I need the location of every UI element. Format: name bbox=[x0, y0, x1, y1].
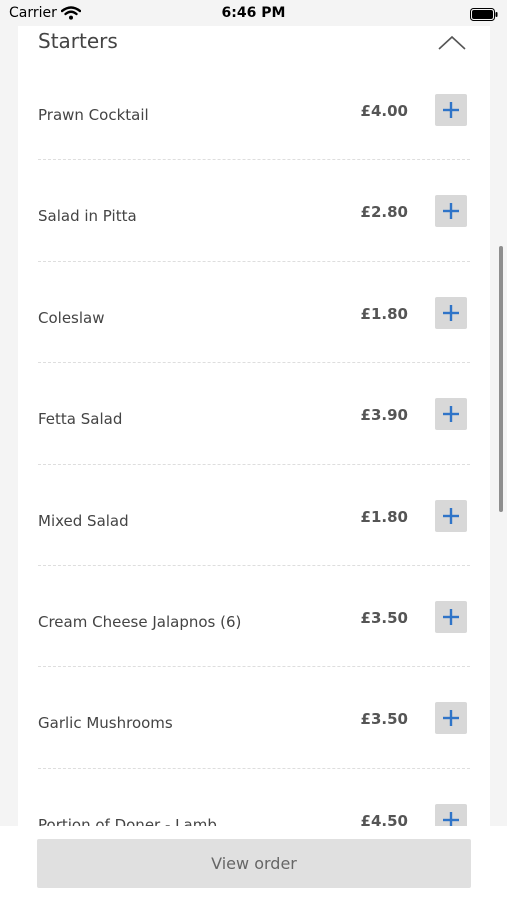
item-name: Cream Cheese Jalapnos (6) bbox=[38, 612, 242, 631]
scrollbar[interactable] bbox=[499, 246, 503, 512]
menu-list: Prawn Cocktail £4.00 Salad in Pitta £2.80 Co… bbox=[18, 59, 490, 826]
battery-icon bbox=[470, 6, 498, 25]
item-name: Prawn Cocktail bbox=[38, 106, 149, 124]
add-item-button[interactable] bbox=[435, 702, 467, 735]
plus-icon bbox=[443, 406, 459, 423]
add-item-button[interactable] bbox=[435, 803, 467, 826]
menu-item[interactable]: Salad in Pitta £2.80 bbox=[18, 160, 490, 263]
clock: 6:46 PM bbox=[221, 5, 286, 21]
menu-item[interactable]: Prawn Cocktail £4.00 bbox=[18, 59, 490, 161]
item-name: Mixed Salad bbox=[38, 511, 129, 530]
item-price: £4.50 bbox=[360, 811, 408, 826]
menu-item[interactable]: Garlic Mushrooms £3.50 bbox=[18, 667, 490, 770]
item-price: £2.80 bbox=[360, 203, 408, 222]
menu-item[interactable]: Coleslaw £1.80 bbox=[18, 262, 490, 364]
item-price: £1.80 bbox=[360, 304, 408, 323]
item-name: Salad in Pitta bbox=[38, 207, 137, 226]
item-price: £1.80 bbox=[360, 507, 408, 526]
item-price: £3.90 bbox=[360, 406, 408, 425]
item-price: £3.50 bbox=[360, 710, 408, 729]
status-bar: Carrier 6:46 PM bbox=[0, 0, 507, 26]
add-item-button[interactable] bbox=[435, 94, 467, 126]
add-item-button[interactable] bbox=[435, 600, 467, 633]
menu-item[interactable]: Portion of Doner - Lamb £4.50 bbox=[18, 769, 490, 826]
plus-icon bbox=[443, 102, 459, 118]
view-order-button[interactable]: View order bbox=[37, 839, 471, 888]
item-name: Coleslaw bbox=[38, 308, 105, 327]
section-title: Starters bbox=[38, 29, 118, 53]
menu-item[interactable]: Mixed Salad £1.80 bbox=[18, 465, 490, 567]
add-item-button[interactable] bbox=[435, 296, 467, 329]
item-price: £3.50 bbox=[360, 608, 408, 627]
menu-item[interactable]: Fetta Salad £3.90 bbox=[18, 363, 490, 465]
menu-item[interactable]: Cream Cheese Jalapnos (6) £3.50 bbox=[18, 566, 490, 668]
plus-icon bbox=[443, 507, 459, 524]
item-name: Fetta Salad bbox=[38, 410, 123, 429]
item-price: £4.00 bbox=[360, 102, 408, 120]
item-name: Garlic Mushrooms bbox=[38, 714, 173, 733]
footer: View order bbox=[0, 826, 507, 900]
menu-card: Starters Prawn Cocktail £4.00 Salad in Pit… bbox=[18, 0, 490, 826]
item-name: Portion of Doner - Lamb bbox=[38, 815, 217, 826]
add-item-button[interactable] bbox=[435, 398, 467, 431]
plus-icon bbox=[443, 608, 459, 625]
plus-icon bbox=[443, 203, 459, 220]
plus-icon bbox=[443, 811, 459, 826]
add-item-button[interactable] bbox=[435, 195, 467, 228]
chevron-up-icon[interactable] bbox=[436, 32, 468, 54]
add-item-button[interactable] bbox=[435, 499, 467, 532]
plus-icon bbox=[443, 710, 459, 727]
plus-icon bbox=[443, 304, 459, 321]
